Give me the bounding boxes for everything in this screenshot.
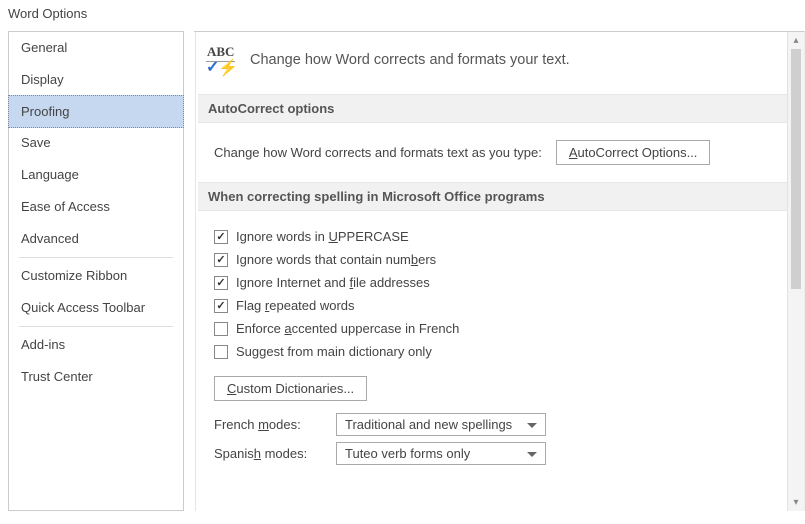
checkbox[interactable] (214, 345, 228, 359)
lightning-icon: ⚡ (218, 61, 238, 77)
checkbox-label: Ignore words that contain numbers (236, 252, 436, 267)
sidebar-item-proofing[interactable]: Proofing (8, 95, 184, 128)
sidebar-item-trust-center[interactable]: Trust Center (9, 361, 183, 393)
window-title: Word Options (0, 0, 805, 31)
autocorrect-options-button[interactable]: AutoCorrect Options... (556, 140, 711, 165)
custom-dict-accel: C (227, 381, 236, 396)
section-heading-autocorrect: AutoCorrect options (198, 94, 790, 123)
spanish-modes-label: Spanish modes: (214, 446, 326, 461)
checkbox-label: Suggest from main dictionary only (236, 344, 432, 359)
autocorrect-btn-rest: utoCorrect Options... (577, 145, 697, 160)
checkbox[interactable] (214, 253, 228, 267)
checkbox-label: Ignore words in UPPERCASE (236, 229, 409, 244)
main-panel: ABC ✓ ⚡ Change how Word corrects and for… (194, 31, 805, 511)
content-container: GeneralDisplayProofingSaveLanguageEase o… (0, 31, 805, 511)
spelling-controls: Custom Dictionaries... French modes: Tra… (194, 373, 790, 478)
custom-dict-rest: ustom Dictionaries... (236, 381, 354, 396)
checkbox-label: Flag repeated words (236, 298, 355, 313)
spanish-modes-value: Tuteo verb forms only (345, 446, 470, 461)
header-text: Change how Word corrects and formats you… (250, 52, 570, 68)
scrollbar-thumb[interactable] (791, 49, 801, 289)
french-modes-label: French modes: (214, 417, 326, 432)
sidebar-item-advanced[interactable]: Advanced (9, 223, 183, 255)
french-modes-value: Traditional and new spellings (345, 417, 512, 432)
spelling-option-4[interactable]: Enforce accented uppercase in French (214, 317, 786, 340)
scroll-down-arrow-icon[interactable]: ▾ (788, 494, 804, 511)
checkbox[interactable] (214, 276, 228, 290)
sidebar-divider (19, 257, 173, 258)
spelling-option-1[interactable]: Ignore words that contain numbers (214, 248, 786, 271)
spellcheck-abc-icon: ABC ✓ ⚡ (204, 44, 238, 76)
sidebar-item-language[interactable]: Language (9, 159, 183, 191)
sidebar-item-add-ins[interactable]: Add-ins (9, 329, 183, 361)
sidebar-item-display[interactable]: Display (9, 64, 183, 96)
checkbox-label: Ignore Internet and file addresses (236, 275, 430, 290)
french-modes-dropdown[interactable]: Traditional and new spellings (336, 413, 546, 436)
spelling-option-3[interactable]: Flag repeated words (214, 294, 786, 317)
checkbox[interactable] (214, 299, 228, 313)
vertical-scrollbar[interactable]: ▴ ▾ (787, 32, 804, 511)
spelling-option-5[interactable]: Suggest from main dictionary only (214, 340, 786, 363)
checkbox[interactable] (214, 322, 228, 336)
sidebar-item-customize-ribbon[interactable]: Customize Ribbon (9, 260, 183, 292)
checkbox[interactable] (214, 230, 228, 244)
spelling-option-0[interactable]: Ignore words in UPPERCASE (214, 225, 786, 248)
autocorrect-description: Change how Word corrects and formats tex… (214, 145, 542, 160)
sidebar-item-quick-access-toolbar[interactable]: Quick Access Toolbar (9, 292, 183, 324)
sidebar: GeneralDisplayProofingSaveLanguageEase o… (8, 31, 184, 511)
sidebar-divider (19, 326, 173, 327)
autocorrect-section: Change how Word corrects and formats tex… (194, 137, 790, 178)
sidebar-item-save[interactable]: Save (9, 127, 183, 159)
panel-divider (195, 32, 196, 511)
spelling-option-2[interactable]: Ignore Internet and file addresses (214, 271, 786, 294)
spelling-section: Ignore words in UPPERCASE Ignore words th… (194, 225, 790, 373)
checkbox-label: Enforce accented uppercase in French (236, 321, 459, 336)
scroll-up-arrow-icon[interactable]: ▴ (788, 32, 804, 49)
custom-dictionaries-button[interactable]: Custom Dictionaries... (214, 376, 367, 401)
sidebar-item-ease-of-access[interactable]: Ease of Access (9, 191, 183, 223)
header-row: ABC ✓ ⚡ Change how Word corrects and for… (194, 44, 790, 90)
section-heading-spelling: When correcting spelling in Microsoft Of… (198, 182, 790, 211)
spanish-modes-dropdown[interactable]: Tuteo verb forms only (336, 442, 546, 465)
sidebar-item-general[interactable]: General (9, 32, 183, 64)
